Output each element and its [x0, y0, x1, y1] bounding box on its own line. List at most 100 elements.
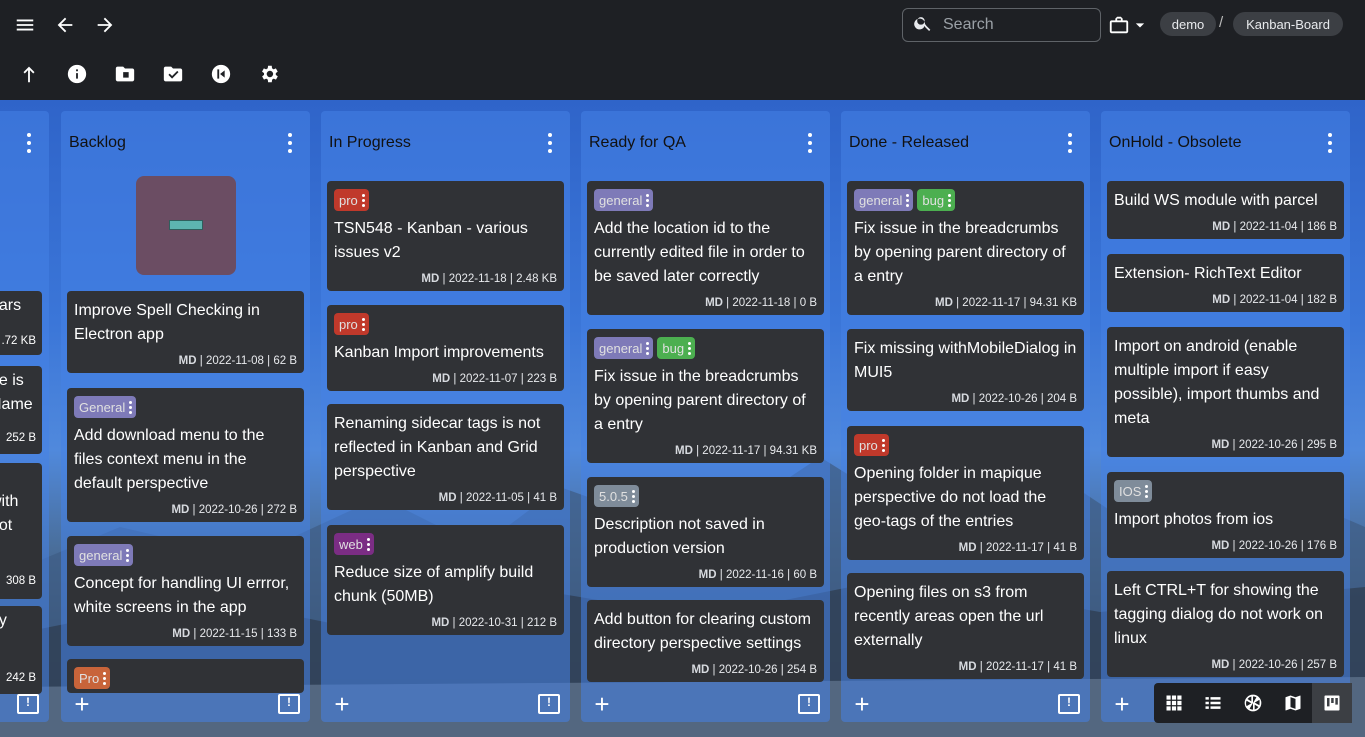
card[interactable]: general Add the location id to the curre…: [587, 181, 824, 315]
breadcrumb-location[interactable]: demo: [1160, 12, 1216, 36]
info-icon[interactable]: [62, 59, 92, 89]
card[interactable]: pro Kanban Import improvements MD | 2022…: [327, 305, 564, 391]
card-meta: MD | 2022-11-04 | 182 B: [1212, 294, 1337, 306]
add-card-button[interactable]: +: [591, 691, 613, 717]
menu-icon[interactable]: [10, 10, 40, 40]
card-title: by: [0, 612, 7, 629]
tag-pro[interactable]: pro: [334, 313, 369, 335]
card[interactable]: Renaming sidecar tags is not reflected i…: [327, 404, 564, 510]
card[interactable]: Improve Spell Checking in Electron app M…: [67, 291, 304, 373]
kanban-board: ears .72 KB ge is Name 252 B with not 30…: [0, 100, 1365, 737]
forward-arrow-icon[interactable]: [90, 10, 120, 40]
column-header: OnHold - Obsolete: [1101, 111, 1350, 175]
card[interactable]: Left CTRL+T for showing the tagging dial…: [1107, 571, 1344, 677]
search-icon: [913, 13, 933, 38]
card[interactable]: IOS Import photos from ios MD | 2022-10-…: [1107, 472, 1344, 558]
card-meta: MD | 2022-11-17 | 41 B: [958, 542, 1077, 554]
perspective-switcher: [1154, 683, 1352, 723]
tag-general[interactable]: general: [594, 337, 654, 359]
card-meta: MD | 2022-11-16 | 60 B: [698, 569, 817, 581]
card-meta: MD | 2022-10-26 | 254 B: [691, 664, 817, 676]
tag-general[interactable]: general: [594, 189, 654, 211]
card-meta: MD | 2022-11-04 | 186 B: [1212, 221, 1337, 233]
breadcrumb-separator: /: [1219, 14, 1224, 31]
tag-pro[interactable]: pro: [334, 189, 369, 211]
tag-pro[interactable]: pro: [854, 434, 889, 456]
column-thumbnail: [136, 176, 236, 275]
tag-version[interactable]: 5.0.5: [594, 485, 639, 507]
card-title: Description not saved in production vers…: [594, 516, 765, 557]
grid-view-icon[interactable]: [1154, 683, 1194, 723]
add-card-button[interactable]: +: [1111, 691, 1133, 717]
card[interactable]: general bug Fix issue in the breadcrumbs…: [847, 181, 1084, 315]
card[interactable]: Opening files on s3 from recently areas …: [847, 573, 1084, 679]
exit-folder-icon[interactable]: [206, 59, 236, 89]
card[interactable]: Add button for clearing custom directory…: [587, 600, 824, 682]
card-meta: MD | 2022-11-17 | 94.31 KB: [935, 297, 1077, 309]
chevron-down-icon[interactable]: [1130, 10, 1150, 40]
column-onhold-obsolete: OnHold - Obsolete Build WS module with p…: [1101, 111, 1350, 722]
tag-bug[interactable]: bug: [657, 337, 696, 359]
gallery-aperture-icon[interactable]: [1233, 683, 1273, 723]
column-menu-icon[interactable]: [21, 133, 37, 153]
tag-general[interactable]: general: [74, 544, 134, 566]
settings-gear-icon[interactable]: [254, 59, 284, 89]
comment-icon[interactable]: [798, 694, 820, 714]
column-menu-icon[interactable]: [802, 133, 818, 153]
card[interactable]: pro TSN548 - Kanban - various issues v2 …: [327, 181, 564, 291]
card-meta: 308 B: [5, 575, 36, 587]
column-menu-icon[interactable]: [542, 133, 558, 153]
parent-directory-icon[interactable]: [14, 59, 44, 89]
card[interactable]: Build WS module with parcel MD | 2022-11…: [1107, 181, 1344, 239]
card[interactable]: Import on android (enable multiple impor…: [1107, 327, 1344, 457]
card[interactable]: general bug Fix issue in the breadcrumbs…: [587, 329, 824, 463]
card-meta: MD | 2022-10-26 | 204 B: [951, 393, 1077, 405]
tag-web[interactable]: web: [334, 533, 374, 555]
card-title: ge is: [0, 372, 24, 389]
card-partial-1[interactable]: ears .72 KB: [0, 291, 42, 355]
column-ready-for-qa: Ready for QA general Add the location id…: [581, 111, 830, 722]
new-folder-icon[interactable]: [110, 59, 140, 89]
comment-icon[interactable]: [538, 694, 560, 714]
add-card-button[interactable]: +: [71, 691, 93, 717]
add-card-button[interactable]: +: [851, 691, 873, 717]
tag-general[interactable]: general: [854, 189, 914, 211]
list-view-icon[interactable]: [1194, 683, 1234, 723]
column-menu-icon[interactable]: [1062, 133, 1078, 153]
import-folder-icon[interactable]: [158, 59, 188, 89]
card-partial-2[interactable]: ge is Name 252 B: [0, 366, 42, 454]
card-meta: MD | 2022-11-17 | 41 B: [958, 661, 1077, 673]
card-title: Reduce size of amplify build chunk (50MB…: [334, 564, 534, 605]
comment-icon[interactable]: [17, 694, 39, 714]
column-title: Done - Released: [849, 134, 970, 151]
comment-icon[interactable]: [1058, 694, 1080, 714]
card[interactable]: Fix missing withMobileDialog in MUI5 MD …: [847, 329, 1084, 411]
card-partial-4[interactable]: by n 242 B: [0, 606, 42, 694]
card[interactable]: 5.0.5 Description not saved in productio…: [587, 477, 824, 587]
card[interactable]: Extension- RichText Editor MD | 2022-11-…: [1107, 254, 1344, 312]
tag-general[interactable]: General: [74, 396, 137, 418]
column-footer: +: [841, 686, 1090, 722]
card[interactable]: web Reduce size of amplify build chunk (…: [327, 525, 564, 635]
tag-bug[interactable]: bug: [917, 189, 956, 211]
kanban-view-icon[interactable]: [1312, 683, 1352, 723]
card-meta: MD | 2022-10-26 | 257 B: [1211, 659, 1337, 671]
tag-ios[interactable]: IOS: [1114, 480, 1153, 502]
column-menu-icon[interactable]: [1322, 133, 1338, 153]
column-menu-icon[interactable]: [282, 133, 298, 153]
back-arrow-icon[interactable]: [50, 10, 80, 40]
column-title: OnHold - Obsolete: [1109, 134, 1242, 151]
card[interactable]: General Add download menu to the files c…: [67, 388, 304, 522]
column-footer: +: [321, 686, 570, 722]
card[interactable]: pro Opening folder in mapique perspectiv…: [847, 426, 1084, 560]
column-in-progress: In Progress pro TSN548 - Kanban - variou…: [321, 111, 570, 722]
card-partial-3[interactable]: with not 308 B: [0, 463, 42, 599]
search-box[interactable]: [902, 8, 1101, 42]
add-card-button[interactable]: +: [331, 691, 353, 717]
search-input[interactable]: [943, 16, 1093, 34]
comment-icon[interactable]: [278, 694, 300, 714]
breadcrumb-folder[interactable]: Kanban-Board: [1233, 12, 1343, 36]
map-view-icon[interactable]: [1273, 683, 1313, 723]
card[interactable]: general Concept for handling UI errror, …: [67, 536, 304, 646]
card-title: Concept for handling UI errror, white sc…: [74, 575, 290, 616]
